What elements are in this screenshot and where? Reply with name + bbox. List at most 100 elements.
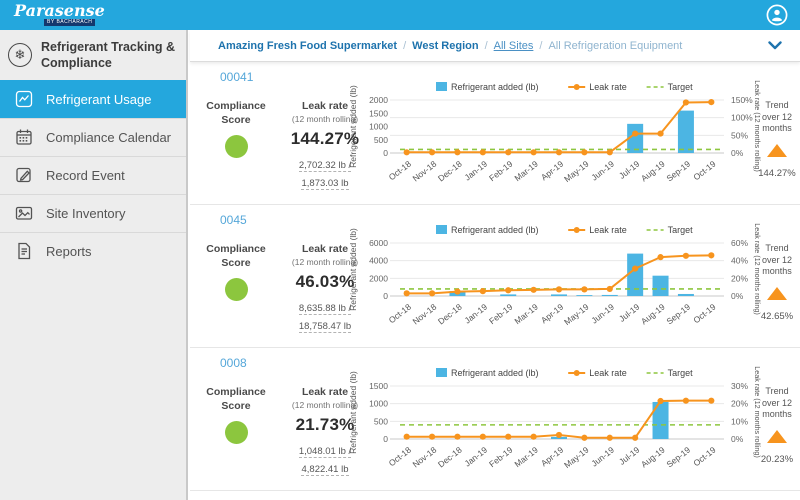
legend-label: Refrigerant added (lb) bbox=[451, 225, 539, 235]
month-label: Sep-19 bbox=[664, 159, 692, 184]
leak-rate-point bbox=[505, 434, 511, 440]
compliance-score-indicator bbox=[225, 278, 248, 301]
right-axis-tick: 0% bbox=[731, 434, 744, 444]
sidebar-item-label: Reports bbox=[46, 244, 92, 259]
trend-label: Trend over 12 months bbox=[756, 100, 798, 135]
right-axis-tick: 20% bbox=[731, 399, 748, 409]
compliance-score-block: Compliance Score bbox=[204, 386, 268, 479]
legend-line-marker bbox=[574, 84, 580, 90]
left-axis-tick: 500 bbox=[374, 135, 388, 145]
record-event-icon bbox=[15, 166, 33, 184]
ratio-denominator: 4,822.41 lb bbox=[301, 464, 348, 476]
equipment-section: 0008 Compliance Score Leak rate (12 mont… bbox=[190, 348, 800, 491]
right-axis-tick: 0% bbox=[731, 291, 744, 301]
leak-rate-point bbox=[556, 432, 562, 438]
month-label: Dec-18 bbox=[436, 159, 464, 184]
snowflake-icon: ❄ bbox=[8, 43, 32, 67]
legend-label: Target bbox=[668, 225, 694, 235]
sidebar: ❄ Refrigerant Tracking & Compliance Refr… bbox=[0, 30, 188, 500]
refrigerant-added-bar bbox=[653, 276, 669, 296]
leak-rate-point bbox=[505, 149, 511, 155]
leak-rate-point bbox=[556, 149, 562, 155]
right-axis-tick: 30% bbox=[731, 381, 748, 391]
breadcrumb-item[interactable]: All Refrigeration Equipment bbox=[548, 40, 682, 52]
sidebar-item-refrigerant-usage[interactable]: Refrigerant Usage bbox=[0, 80, 186, 118]
usage-chart-icon bbox=[15, 90, 33, 108]
month-label: Oct-19 bbox=[691, 445, 717, 469]
month-label: Feb-19 bbox=[487, 445, 515, 470]
breadcrumb-item[interactable]: West Region bbox=[412, 40, 478, 52]
reports-icon bbox=[15, 242, 33, 260]
equipment-id-link[interactable]: 00041 bbox=[220, 70, 253, 84]
trend-up-icon bbox=[767, 287, 787, 300]
usage-chart: 05001000150020000%50%100%150%Refrigerant… bbox=[348, 78, 762, 202]
month-label: Dec-18 bbox=[436, 302, 464, 327]
sidebar-item-record-event[interactable]: Record Event bbox=[0, 156, 186, 194]
compliance-score-label: Compliance Score bbox=[204, 243, 268, 270]
month-label: Nov-18 bbox=[411, 159, 439, 184]
left-axis-title: Refrigerant added (lb) bbox=[348, 371, 358, 454]
month-label: Jul-19 bbox=[617, 445, 642, 467]
month-label: Jun-19 bbox=[589, 159, 616, 183]
legend-bar-swatch bbox=[436, 82, 447, 91]
leak-rate-point bbox=[429, 290, 435, 296]
trend-label: Trend over 12 months bbox=[756, 243, 798, 278]
month-label: Jan-19 bbox=[462, 302, 489, 326]
leak-rate-point bbox=[683, 398, 689, 404]
leak-rate-point bbox=[454, 434, 460, 440]
leak-rate-point bbox=[581, 286, 587, 292]
right-axis-tick: 40% bbox=[731, 256, 748, 266]
refrigerant-added-bar bbox=[576, 295, 592, 296]
left-axis-tick: 1500 bbox=[369, 381, 388, 391]
parasense-logo[interactable]: Parasense BY BACHARACH bbox=[14, 3, 105, 26]
month-label: Oct-19 bbox=[691, 302, 717, 326]
leak-rate-point bbox=[607, 435, 613, 441]
leak-rate-point bbox=[708, 252, 714, 258]
left-axis-tick: 2000 bbox=[369, 273, 388, 283]
compliance-score-label: Compliance Score bbox=[204, 100, 268, 127]
leak-rate-point bbox=[657, 254, 663, 260]
sidebar-item-site-inventory[interactable]: Site Inventory bbox=[0, 194, 186, 232]
legend-label: Leak rate bbox=[589, 225, 627, 235]
leak-rate-point bbox=[429, 434, 435, 440]
left-axis-tick: 0 bbox=[383, 148, 388, 158]
right-axis-tick: 100% bbox=[731, 113, 753, 123]
user-account-button[interactable] bbox=[766, 4, 788, 26]
leak-rate-point bbox=[531, 149, 537, 155]
month-label: Jul-19 bbox=[617, 159, 642, 181]
month-label: Oct-18 bbox=[387, 302, 413, 326]
ratio-numerator: 2,702.32 lb / bbox=[299, 160, 351, 172]
left-axis-tick: 1000 bbox=[369, 122, 388, 132]
leak-rate-point bbox=[556, 286, 562, 292]
breadcrumb: Amazing Fresh Food Supermarket/West Regi… bbox=[190, 30, 800, 62]
equipment-id-link[interactable]: 0008 bbox=[220, 356, 247, 370]
legend-label: Target bbox=[668, 368, 694, 378]
leak-rate-line bbox=[407, 102, 712, 152]
leak-rate-point bbox=[632, 435, 638, 441]
sidebar-item-reports[interactable]: Reports bbox=[0, 232, 186, 270]
month-label: May-19 bbox=[562, 302, 591, 327]
month-label: Nov-18 bbox=[411, 445, 439, 470]
legend-line-marker bbox=[574, 370, 580, 376]
breadcrumb-item[interactable]: Amazing Fresh Food Supermarket bbox=[218, 40, 397, 52]
month-label: Jan-19 bbox=[462, 445, 489, 469]
equipment-section: 0045 Compliance Score Leak rate (12 mont… bbox=[190, 205, 800, 348]
leak-rate-point bbox=[404, 149, 410, 155]
left-axis-tick: 2000 bbox=[369, 95, 388, 105]
month-label: Mar-19 bbox=[512, 302, 540, 327]
trend-value: 20.23% bbox=[756, 454, 798, 465]
compliance-score-indicator bbox=[225, 421, 248, 444]
breadcrumb-item[interactable]: All Sites bbox=[494, 40, 534, 52]
refrigerant-added-bar bbox=[500, 294, 516, 296]
month-label: Jun-19 bbox=[589, 445, 616, 469]
equipment-id-link[interactable]: 0045 bbox=[220, 213, 247, 227]
leak-rate-point bbox=[581, 435, 587, 441]
refrigerant-added-bar bbox=[678, 294, 694, 296]
sidebar-item-compliance-calendar[interactable]: Compliance Calendar bbox=[0, 118, 186, 156]
trend-block: Trend over 12 months 42.65% bbox=[756, 243, 798, 322]
leak-rate-point bbox=[607, 149, 613, 155]
app-title: Refrigerant Tracking & Compliance bbox=[41, 39, 178, 72]
compliance-score-label: Compliance Score bbox=[204, 386, 268, 413]
breadcrumb-collapse-toggle[interactable] bbox=[768, 41, 782, 50]
chevron-down-icon bbox=[768, 41, 782, 50]
